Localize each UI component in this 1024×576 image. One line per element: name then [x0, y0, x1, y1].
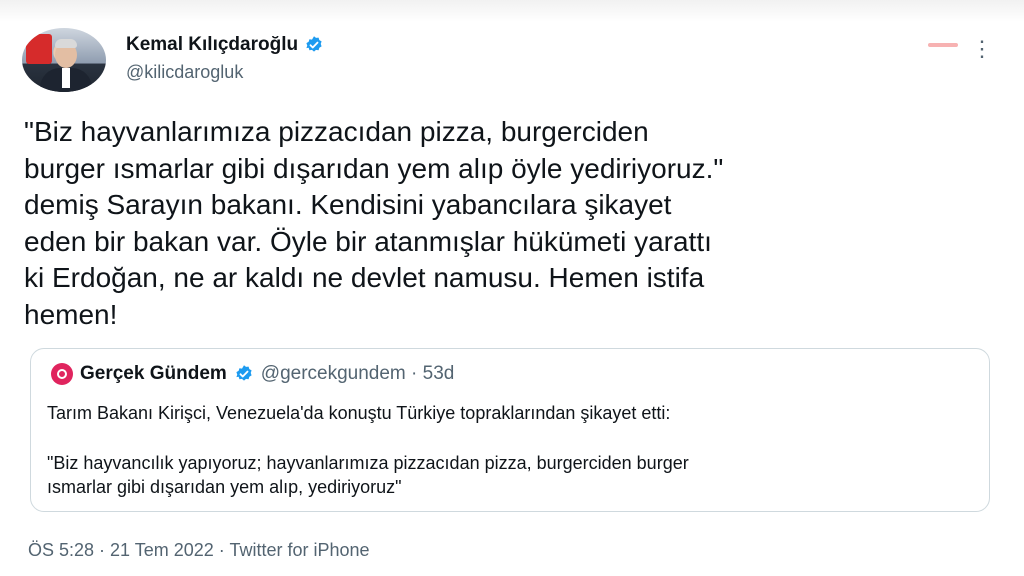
- author-handle[interactable]: @kilicdarogluk: [126, 62, 243, 83]
- quoted-author-name[interactable]: Gerçek Gündem: [80, 363, 227, 385]
- quoted-tweet-header: Gerçek Gündem @gercekgundem · 53d: [51, 363, 454, 385]
- avatar-flag: [26, 34, 52, 64]
- tweet-text: "Biz hayvanlarımıza pizzacıdan pizza, bu…: [24, 116, 724, 330]
- verified-badge-icon: [236, 365, 252, 381]
- more-options-icon[interactable]: ⋮: [971, 36, 994, 62]
- avatar-hair: [55, 39, 77, 48]
- author-name[interactable]: Kemal Kılıçdaroğlu: [126, 34, 298, 56]
- top-fade: [0, 0, 1024, 22]
- quoted-text-line1: Tarım Bakanı Kirişci, Venezuela'da konuş…: [47, 403, 671, 423]
- gercek-gundem-logo-icon: [51, 363, 73, 385]
- avatar-shirt: [62, 68, 70, 88]
- quoted-tweet[interactable]: Gerçek Gündem @gercekgundem · 53d Tarım …: [30, 348, 990, 512]
- overlay-mark: [928, 43, 958, 47]
- tweet-metadata[interactable]: ÖS 5:28 · 21 Tem 2022 · Twitter for iPho…: [28, 540, 370, 561]
- quoted-text-line2: "Biz hayvancılık yapıyoruz; hayvanlarımı…: [47, 453, 689, 497]
- quoted-handle-time[interactable]: @gercekgundem · 53d: [261, 363, 455, 385]
- author-name-row[interactable]: Kemal Kılıçdaroğlu: [126, 34, 324, 56]
- avatar[interactable]: [22, 28, 106, 92]
- verified-badge-icon: [306, 36, 322, 52]
